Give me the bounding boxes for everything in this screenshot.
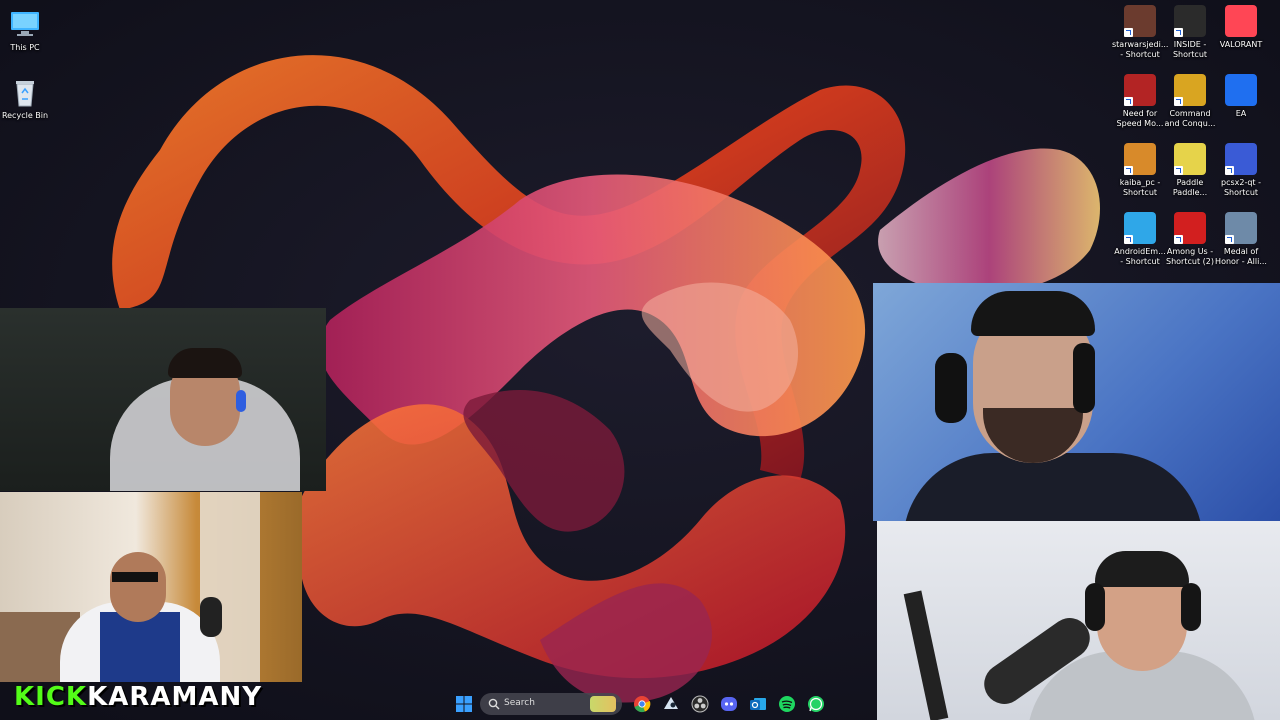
paddle-icon (1174, 143, 1206, 175)
steam-icon (664, 697, 678, 709)
android-emulator-icon (1124, 212, 1156, 244)
webcam-bottom-left (0, 492, 302, 682)
desktop-icon-ea[interactable]: EA (1213, 74, 1269, 119)
need-for-speed-icon (1124, 74, 1156, 106)
outlook-button[interactable] (748, 694, 768, 714)
desktop-icon-android-emulator[interactable]: AndroidEm... - Shortcut (1112, 212, 1168, 267)
spotify-icon (779, 696, 795, 712)
whatsapp-icon (808, 696, 824, 712)
desktop-icon-label-line2: Speed Mo... (1116, 119, 1164, 128)
start-button[interactable] (454, 694, 474, 714)
webcam-bottom-right (877, 521, 1280, 720)
desktop-icon-paddle[interactable]: Paddle Paddle... (1162, 143, 1218, 198)
desktop-icon-pcsx2[interactable]: pcsx2-qt - Shortcut (1213, 143, 1269, 198)
whatsapp-button[interactable] (806, 694, 826, 714)
desktop-icon-label: Among Us - (1166, 247, 1214, 256)
monitor-icon (9, 8, 41, 40)
desktop-icon-need-for-speed[interactable]: Need for Speed Mo... (1112, 74, 1168, 129)
shortcut-arrow-icon (1124, 166, 1133, 175)
desktop-icon-kaiba[interactable]: kaiba_pc - Shortcut (1112, 143, 1168, 198)
inside-icon (1174, 5, 1206, 37)
desktop-icon-label: Command (1169, 109, 1211, 118)
desktop-icon-inside[interactable]: INSIDE - Shortcut (1162, 5, 1218, 60)
desktop-icon-label: INSIDE - (1173, 40, 1207, 49)
stream-brand-overlay: KICKKARAMANY (14, 682, 262, 712)
shortcut-arrow-icon (1124, 28, 1133, 37)
windows-icon (456, 696, 472, 712)
outlook-icon (750, 698, 766, 710)
widgets-icon (590, 696, 616, 712)
desktop-icon-label-line2: Paddle... (1172, 188, 1208, 197)
shortcut-arrow-icon (1225, 166, 1234, 175)
shortcut-arrow-icon (1174, 235, 1183, 244)
shortcut-arrow-icon (1174, 28, 1183, 37)
desktop-icon-label-line2: - Shortcut (1120, 50, 1160, 59)
desktop-icon-label-line2: Shortcut (1122, 188, 1158, 197)
desktop-icon-label: Medal of (1223, 247, 1259, 256)
search-placeholder: Search (504, 698, 535, 708)
desktop-icon-label: Need for (1122, 109, 1158, 118)
desktop-icon-label-line2: Shortcut (1172, 50, 1208, 59)
desktop-icon-label: starwarsjedi... (1112, 40, 1169, 49)
star-wars-jedi-icon (1124, 5, 1156, 37)
desktop-icon-label: Paddle (1176, 178, 1204, 187)
chrome-icon (634, 696, 651, 713)
chrome-button[interactable] (632, 694, 652, 714)
desktop-icon-label: VALORANT (1219, 40, 1263, 49)
obs-icon (691, 695, 709, 713)
desktop-icon-label-line2: Honor - Alli... (1215, 257, 1267, 266)
desktop-icon-medal-of-honor[interactable]: Medal of Honor - Alli... (1213, 212, 1269, 267)
taskbar: Search (450, 690, 845, 718)
recycle-bin-icon (9, 76, 41, 108)
search-icon (488, 698, 500, 710)
shortcut-arrow-icon (1225, 235, 1234, 244)
desktop-icon-command-and-conquer[interactable]: Command and Conqu... (1162, 74, 1218, 129)
desktop-icon-label-line2: Shortcut (2) (1166, 257, 1214, 266)
kaiba-icon (1124, 143, 1156, 175)
streamer-name: KARAMANY (87, 682, 263, 712)
desktop-icon-label: EA (1235, 109, 1247, 118)
webcam-top-right (873, 283, 1280, 521)
desktop-icon-label: AndroidEm... (1114, 247, 1166, 256)
shortcut-arrow-icon (1124, 235, 1133, 244)
desktop-icon-this-pc[interactable]: This PC (0, 8, 53, 53)
desktop-icon-label-line2: and Conqu... (1164, 119, 1216, 128)
obs-button[interactable] (690, 694, 710, 714)
shortcut-arrow-icon (1174, 166, 1183, 175)
valorant-icon (1225, 5, 1257, 37)
among-us-icon (1174, 212, 1206, 244)
desktop-icon-valorant[interactable]: VALORANT (1213, 5, 1269, 50)
desktop-icon-label: kaiba_pc - (1119, 178, 1161, 187)
desktop-icon-label: This PC (10, 43, 40, 52)
kick-logo-text: KICK (14, 682, 88, 712)
desktop-icon-label-line2: - Shortcut (1120, 257, 1160, 266)
ea-icon (1225, 74, 1257, 106)
desktop-icon-recycle-bin[interactable]: Recycle Bin (0, 76, 53, 121)
taskbar-search[interactable]: Search (480, 693, 622, 715)
desktop-icon-among-us[interactable]: Among Us - Shortcut (2) (1162, 212, 1218, 267)
steam-button[interactable] (661, 694, 681, 714)
command-and-conquer-icon (1174, 74, 1206, 106)
desktop-icon-label: Recycle Bin (1, 111, 49, 120)
desktop-icon-star-wars-jedi[interactable]: starwarsjedi... - Shortcut (1112, 5, 1168, 60)
desktop-icon-label-line2: Shortcut (1223, 188, 1259, 197)
discord-button[interactable] (719, 694, 739, 714)
desktop-icon-label: pcsx2-qt - (1221, 178, 1261, 187)
webcam-top-left (0, 308, 326, 491)
spotify-button[interactable] (777, 694, 797, 714)
discord-icon (721, 697, 737, 711)
shortcut-arrow-icon (1174, 97, 1183, 106)
shortcut-arrow-icon (1124, 97, 1133, 106)
medal-of-honor-icon (1225, 212, 1257, 244)
pcsx2-icon (1225, 143, 1257, 175)
